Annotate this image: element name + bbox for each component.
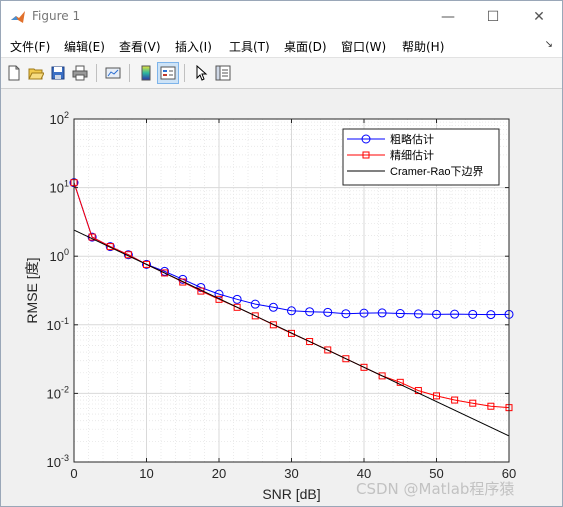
legend-label: 精细估计 bbox=[390, 149, 434, 162]
rmse-plot[interactable]: 0 10 20 30 40 50 6010-310-210-1100101102SNR [d… bbox=[0, 0, 563, 507]
x-tick-label: 30 bbox=[284, 466, 298, 481]
legend: 粗略估计精细估计 Cramer-Rao下边界 bbox=[342, 128, 500, 186]
x-tick-label: 0 bbox=[70, 466, 77, 481]
y-tick-exponent: -1 bbox=[61, 316, 69, 326]
x-axis-label: SNR [dB] bbox=[262, 486, 320, 502]
legend-label: Cramer-Rao下边界 bbox=[390, 165, 484, 178]
y-tick-label: 10-1 bbox=[47, 316, 69, 333]
watermark: CSDN @Matlab程序猿 bbox=[356, 480, 515, 498]
y-tick-label: 10-2 bbox=[47, 384, 69, 401]
x-tick-label: 20 bbox=[212, 466, 226, 481]
y-tick-exponent: -3 bbox=[61, 453, 69, 463]
y-tick-label: 100 bbox=[50, 247, 69, 264]
y-tick-exponent: -2 bbox=[61, 384, 69, 394]
y-tick-exponent: 1 bbox=[64, 179, 69, 189]
y-tick-label: 101 bbox=[50, 179, 69, 196]
y-tick-label: 102 bbox=[50, 110, 69, 127]
y-axis-label: RMSE [度] bbox=[24, 257, 40, 323]
legend-label: 粗略估计 bbox=[390, 132, 434, 146]
y-tick-exponent: 2 bbox=[64, 110, 69, 120]
y-tick-label: 10-3 bbox=[47, 453, 69, 470]
x-tick-label: 10 bbox=[139, 466, 153, 481]
y-tick-exponent: 0 bbox=[64, 247, 69, 257]
